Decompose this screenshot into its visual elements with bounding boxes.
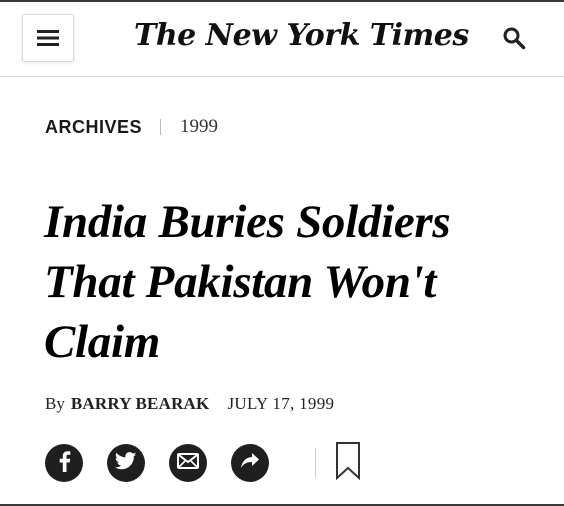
menu-button[interactable] bbox=[22, 14, 74, 62]
masthead: The New York Times bbox=[0, 2, 564, 77]
search-button[interactable] bbox=[500, 26, 528, 54]
facebook-icon bbox=[55, 450, 73, 477]
facebook-share-button[interactable] bbox=[45, 444, 83, 482]
section-label[interactable]: ARCHIVES bbox=[45, 117, 142, 138]
publish-date: JULY 17, 1999 bbox=[227, 394, 335, 413]
twitter-icon bbox=[114, 451, 137, 475]
share-arrow-icon bbox=[240, 452, 260, 475]
search-icon bbox=[502, 26, 526, 55]
author-name[interactable]: BARRY BEARAK bbox=[71, 394, 210, 414]
hamburger-menu-icon bbox=[37, 29, 59, 47]
byline-prefix: By bbox=[45, 394, 65, 413]
more-share-button[interactable] bbox=[231, 444, 269, 482]
kicker-divider bbox=[160, 119, 162, 135]
archive-year: 1999 bbox=[180, 116, 219, 137]
email-share-button[interactable] bbox=[169, 444, 207, 482]
email-icon bbox=[177, 452, 199, 474]
save-button[interactable] bbox=[334, 441, 362, 486]
twitter-share-button[interactable] bbox=[107, 444, 145, 482]
bookmark-icon bbox=[335, 441, 361, 486]
kicker: ARCHIVES 1999 bbox=[45, 114, 218, 140]
nyt-logo[interactable]: The New York Times bbox=[134, 14, 469, 58]
article-headline: India Buries Soldiers That Pakistan Won'… bbox=[44, 196, 451, 368]
share-divider bbox=[315, 448, 316, 478]
byline: By BARRY BEARAK JULY 17, 1999 bbox=[45, 392, 334, 416]
share-tools bbox=[45, 441, 362, 486]
